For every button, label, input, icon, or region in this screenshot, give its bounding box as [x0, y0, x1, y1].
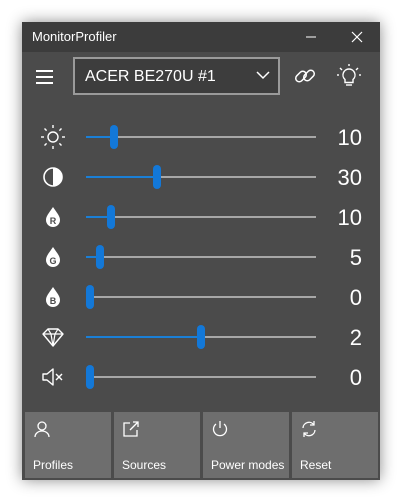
hamburger-line — [36, 70, 53, 72]
slider-row-brightness: 10 — [22, 117, 380, 157]
slider-row-green: G 5 — [22, 237, 380, 277]
title-bar: MonitorProfiler — [22, 22, 380, 52]
contrast-icon — [43, 167, 63, 187]
identify-button[interactable] — [331, 58, 367, 94]
svg-text:B: B — [50, 296, 57, 306]
app-window: MonitorProfiler ACER BE270U #1 10 30 R 1… — [22, 22, 380, 480]
red-slider[interactable] — [86, 205, 316, 229]
power-icon — [212, 421, 228, 437]
slider-thumb[interactable] — [95, 245, 104, 269]
color-preset-value: 2 — [349, 325, 362, 350]
green-drop-icon: G — [46, 247, 60, 267]
blue-drop-icon: B — [46, 287, 60, 307]
close-icon — [351, 31, 363, 43]
reset-label: Reset — [300, 458, 332, 472]
color-preset-slider[interactable] — [86, 325, 316, 349]
monitor-select[interactable]: ACER BE270U #1 — [73, 57, 280, 95]
green-value: 5 — [349, 245, 362, 270]
slider-thumb[interactable] — [86, 285, 94, 309]
red-drop-icon: R — [46, 207, 60, 227]
slider-thumb[interactable] — [153, 165, 162, 189]
menu-button[interactable] — [32, 64, 58, 90]
svg-text:R: R — [50, 216, 57, 226]
volume-slider[interactable] — [86, 365, 316, 389]
lightbulb-icon — [337, 64, 361, 86]
brightness-value: 10 — [337, 125, 362, 150]
sources-label: Sources — [122, 458, 167, 472]
person-icon — [34, 421, 50, 438]
slider-row-color-preset: 2 — [22, 317, 380, 357]
slider-thumb[interactable] — [107, 205, 116, 229]
window-title: MonitorProfiler — [32, 29, 117, 44]
contrast-slider[interactable] — [86, 165, 316, 189]
toolbar: ACER BE270U #1 — [22, 52, 380, 110]
diamond-icon — [42, 328, 64, 347]
power-modes-button[interactable]: Power modes — [203, 412, 289, 478]
minimize-button[interactable] — [288, 22, 334, 52]
link-button[interactable] — [287, 58, 323, 94]
red-value: 10 — [337, 205, 362, 230]
hamburger-line — [36, 82, 53, 84]
profiles-label: Profiles — [33, 458, 74, 472]
slider-thumb[interactable] — [197, 325, 205, 349]
minimize-icon — [306, 36, 316, 38]
slider-row-blue: B 0 — [22, 277, 380, 317]
adjustment-sliders: 10 30 R 10 G 5 B 0 2 0 — [22, 110, 380, 400]
sources-button[interactable]: Sources — [114, 412, 200, 478]
slider-row-volume: 0 — [22, 357, 380, 397]
green-slider[interactable] — [86, 245, 316, 269]
blue-slider[interactable] — [86, 285, 316, 309]
external-link-icon — [123, 421, 139, 437]
slider-thumb[interactable] — [86, 365, 94, 389]
mute-icon — [42, 368, 63, 386]
refresh-icon — [302, 421, 316, 437]
contrast-value: 30 — [337, 165, 362, 190]
slider-row-contrast: 30 — [22, 157, 380, 197]
power-modes-label: Power modes — [211, 458, 285, 472]
volume-value: 0 — [349, 365, 362, 390]
brightness-slider[interactable] — [86, 125, 316, 149]
slider-fill — [86, 336, 201, 338]
slider-row-red: R 10 — [22, 197, 380, 237]
profiles-button[interactable]: Profiles — [25, 412, 111, 478]
link-icon — [294, 69, 316, 83]
reset-button[interactable]: Reset — [292, 412, 378, 478]
slider-thumb[interactable] — [109, 125, 118, 149]
hamburger-line — [36, 76, 53, 78]
slider-fill — [86, 176, 158, 178]
sun-icon — [41, 125, 65, 149]
chevron-down-icon — [256, 71, 270, 80]
blue-value: 0 — [349, 285, 362, 310]
svg-text:G: G — [49, 256, 56, 266]
monitor-select-value: ACER BE270U #1 — [85, 68, 216, 85]
close-button[interactable] — [334, 22, 380, 52]
bottom-button-bar: Profiles Sources Power modes Reset — [22, 412, 380, 478]
